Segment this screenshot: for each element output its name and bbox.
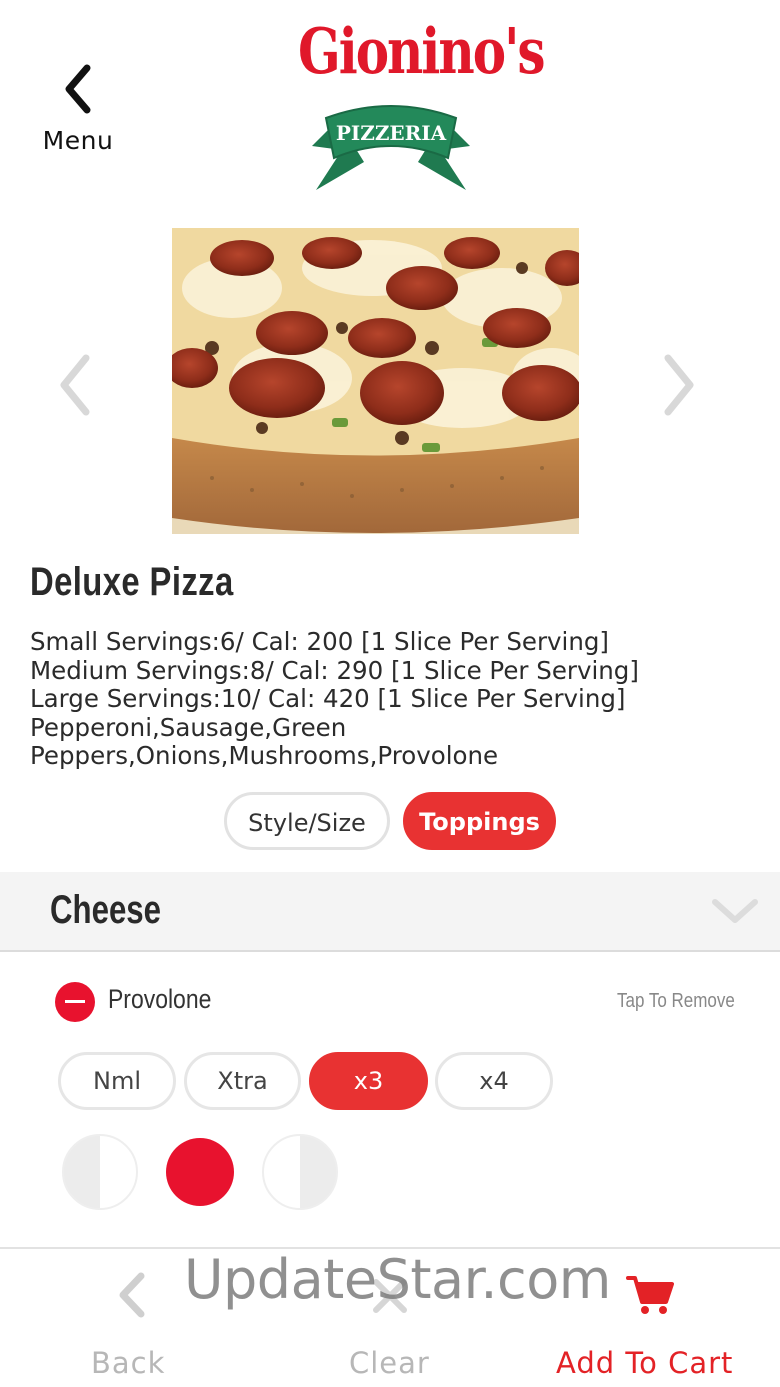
logo-wordmark: Gionino's <box>298 14 546 88</box>
remove-topping-icon[interactable] <box>55 982 95 1022</box>
gallery-next-button[interactable] <box>654 350 704 420</box>
description-line: Peppers,Onions,Mushrooms,Provolone <box>30 741 499 770</box>
amount-x3-button[interactable]: x3 <box>309 1052 428 1110</box>
tab-style-size[interactable]: Style/Size <box>224 792 390 850</box>
logo-subtitle: PIZZERIA <box>336 121 447 145</box>
add-to-cart-button[interactable]: Add To Cart <box>556 1346 733 1380</box>
pizza-illustration <box>172 228 579 534</box>
shopping-cart-icon[interactable] <box>626 1274 674 1316</box>
watermark-text: UpdateStar.com <box>184 1248 611 1311</box>
menu-back-label: Menu <box>42 126 114 155</box>
placement-whole-icon[interactable] <box>166 1138 234 1206</box>
product-description: Small Servings:6/ Cal: 200 [1 Slice Per … <box>30 627 760 771</box>
placement-right-half-icon[interactable] <box>262 1134 338 1210</box>
product-image <box>172 228 579 534</box>
logo-banner: PIZZERIA <box>312 105 470 190</box>
amount-extra-button[interactable]: Xtra <box>184 1052 301 1110</box>
amount-normal-button[interactable]: Nml <box>58 1052 176 1110</box>
topping-name: Provolone <box>108 984 212 1014</box>
menu-back-button[interactable]: Menu <box>28 58 128 168</box>
footer-clear-button[interactable]: Clear <box>349 1346 430 1380</box>
chevron-down-icon <box>712 899 758 923</box>
gallery-prev-button[interactable] <box>52 350 102 420</box>
tap-to-remove-hint[interactable]: Tap To Remove <box>617 990 735 1013</box>
chevron-left-icon <box>60 354 90 416</box>
amount-x4-button[interactable]: x4 <box>435 1052 553 1110</box>
section-title: Cheese <box>50 888 162 932</box>
chevron-right-icon <box>664 354 694 416</box>
back-arrow-icon[interactable] <box>115 1272 149 1318</box>
placement-left-half-icon[interactable] <box>62 1134 138 1210</box>
description-line: Medium Servings:8/ Cal: 290 [1 Slice Per… <box>30 655 639 685</box>
description-line: Small Servings:6/ Cal: 200 [1 Slice Per … <box>30 627 609 656</box>
cheese-section-header[interactable]: Cheese <box>0 872 780 952</box>
description-line: Pepperoni,Sausage,Green <box>30 712 347 742</box>
gioninos-logo: Gionino's PIZZERIA <box>298 14 546 196</box>
footer-back-button[interactable]: Back <box>91 1346 165 1380</box>
chevron-left-icon <box>65 64 91 114</box>
product-title: Deluxe Pizza <box>30 560 234 604</box>
tab-toppings[interactable]: Toppings <box>403 792 556 850</box>
description-line: Large Servings:10/ Cal: 420 [1 Slice Per… <box>30 684 626 713</box>
